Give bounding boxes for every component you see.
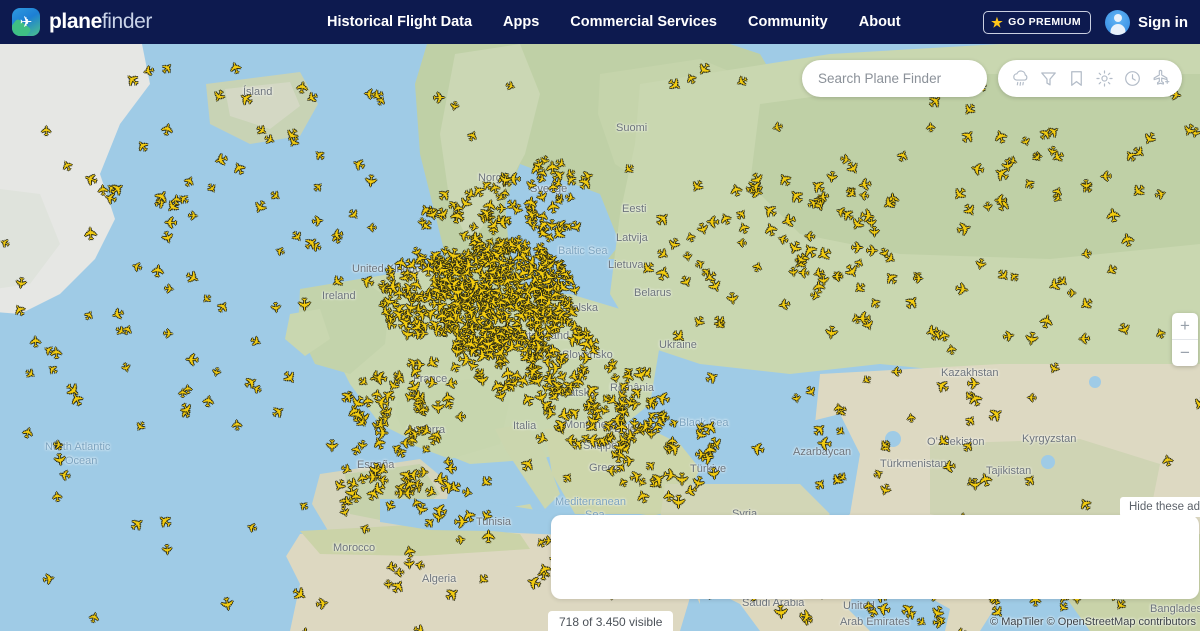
- go-premium-label: GO PREMIUM: [1008, 16, 1081, 28]
- go-premium-button[interactable]: ★ GO PREMIUM: [983, 10, 1091, 34]
- search-input[interactable]: [816, 70, 997, 87]
- main-navigation: Historical Flight Data Apps Commercial S…: [327, 14, 901, 30]
- gear-icon[interactable]: [1092, 67, 1116, 91]
- brand-logo[interactable]: ✈ planefinder: [12, 8, 152, 36]
- add-aircraft-icon[interactable]: [1148, 67, 1172, 91]
- nav-apps[interactable]: Apps: [503, 14, 539, 30]
- history-clock-icon[interactable]: [1120, 67, 1144, 91]
- brand-word-finder: finder: [102, 10, 153, 33]
- header-actions: ★ GO PREMIUM Sign in: [983, 9, 1188, 35]
- hide-ads-button[interactable]: Hide these ads: [1120, 497, 1200, 517]
- search-bar[interactable]: [802, 60, 1013, 97]
- visible-aircraft-count: 718 of 3.450 visible: [548, 611, 674, 631]
- sign-in-button[interactable]: Sign in: [1105, 9, 1188, 35]
- star-icon: ★: [991, 16, 1003, 29]
- weather-icon[interactable]: [1008, 67, 1032, 91]
- zoom-in-button[interactable]: +: [1172, 313, 1198, 339]
- zoom-controls: + −: [1172, 313, 1198, 366]
- nav-about[interactable]: About: [859, 14, 901, 30]
- map-toolbar: [998, 60, 1182, 97]
- planefinder-logo-icon: ✈: [12, 8, 40, 36]
- planefinder-app: ✈ planefinder Historical Flight Data App…: [0, 0, 1200, 631]
- ad-placeholder[interactable]: [551, 515, 1199, 599]
- logo-plane-icon: ✈: [12, 8, 40, 36]
- brand-word-plane: plane: [49, 10, 102, 33]
- zoom-out-button[interactable]: −: [1172, 340, 1198, 366]
- sign-in-label: Sign in: [1138, 14, 1188, 31]
- bookmark-icon[interactable]: [1064, 67, 1088, 91]
- nav-community[interactable]: Community: [748, 14, 828, 30]
- brand-wordmark: planefinder: [49, 10, 152, 34]
- avatar-icon: [1105, 9, 1130, 35]
- nav-commercial-services[interactable]: Commercial Services: [570, 14, 717, 30]
- nav-historical-flight-data[interactable]: Historical Flight Data: [327, 14, 472, 30]
- map-attribution[interactable]: © MapTiler © OpenStreetMap contributors: [990, 616, 1196, 628]
- site-header: ✈ planefinder Historical Flight Data App…: [0, 0, 1200, 44]
- filter-icon[interactable]: [1036, 67, 1060, 91]
